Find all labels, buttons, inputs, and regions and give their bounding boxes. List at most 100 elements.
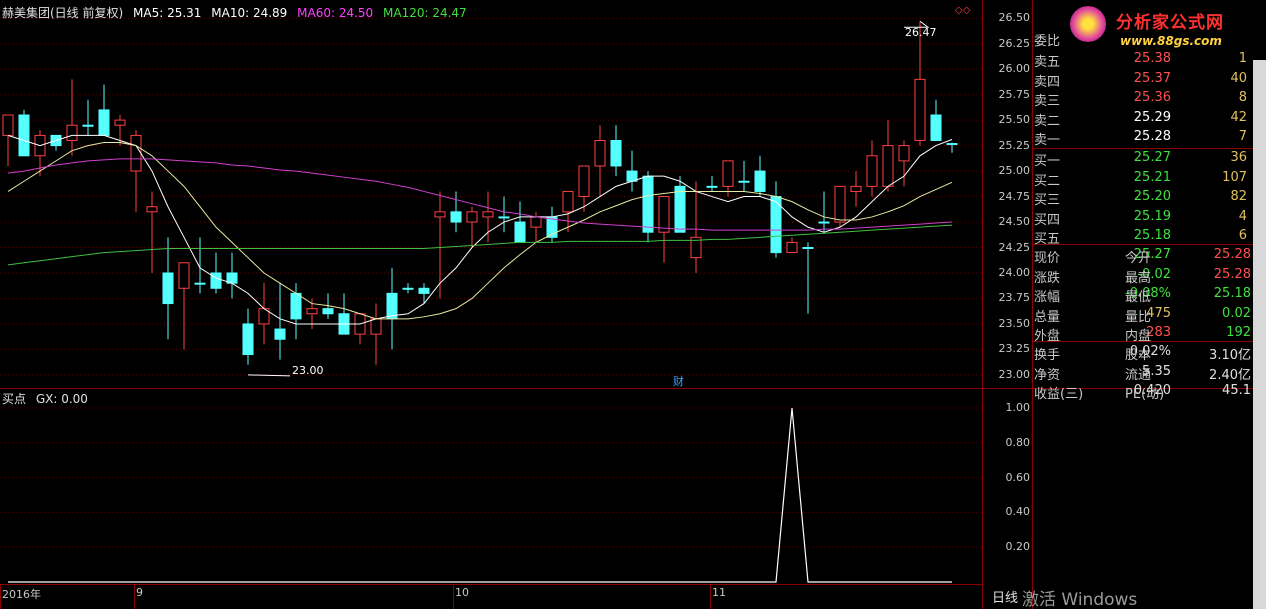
stat-label: 现价	[1034, 251, 1061, 266]
candle-body	[914, 78, 926, 141]
stat-value-2: 0.02	[1222, 305, 1251, 321]
indicator-tick: 1.00	[1005, 401, 1031, 414]
ma5-label: MA5: 25.31	[133, 6, 202, 20]
buy-price: 25.19	[1133, 208, 1171, 224]
candle-body	[370, 318, 382, 335]
stat-value-2: 25.28	[1213, 266, 1251, 282]
price-tick: 25.50	[998, 113, 1031, 127]
stat-row: 现价 25.27 今开 25.28	[1033, 247, 1253, 266]
price-tick: 23.25	[998, 342, 1031, 356]
price-tick: 26.25	[998, 36, 1031, 50]
sell-price: 25.37	[1133, 70, 1171, 86]
candle-body	[722, 160, 734, 187]
time-tick: 9	[136, 586, 143, 599]
indicator-tick: 0.80	[1005, 435, 1031, 449]
panel-sep-3	[1033, 341, 1253, 342]
right-toolbar[interactable]	[1253, 60, 1266, 609]
candle-body	[162, 272, 174, 305]
candle-body	[178, 262, 190, 289]
window-toggle-icon[interactable]: ◇◇	[955, 5, 970, 16]
fin-value-2: 3.10亿	[1209, 348, 1251, 363]
buy-volume: 4	[1238, 208, 1247, 224]
candle-body	[194, 282, 206, 285]
indicator-tick: 0.20	[1005, 540, 1031, 554]
stat-label-2: 最高	[1125, 270, 1152, 286]
candle-body	[834, 185, 846, 223]
sell-price: 25.29	[1133, 109, 1171, 125]
fin-label-2: 股本	[1125, 348, 1152, 363]
ma10-line	[7, 142, 953, 320]
time-tick: 10	[455, 586, 469, 599]
candle-body	[882, 145, 894, 187]
candle-body	[322, 308, 334, 315]
candle-body	[930, 114, 942, 141]
stat-value-2: 25.18	[1213, 286, 1251, 301]
price-tick: 26.50	[998, 11, 1031, 25]
buy-volume: 36	[1230, 150, 1247, 165]
stat-label: 涨幅	[1034, 290, 1061, 305]
cai-icon[interactable]: 财	[673, 373, 684, 389]
buy-volume: 82	[1230, 189, 1247, 204]
sell-label: 卖五	[1034, 55, 1061, 70]
price-tick: 23.50	[998, 316, 1031, 330]
sell-price: 25.28	[1133, 129, 1171, 144]
candle-body	[738, 180, 750, 183]
price-tick: 24.50	[998, 215, 1031, 229]
buy-row: 买二 25.21 107	[1033, 170, 1253, 189]
stat-label-2: 今开	[1125, 251, 1152, 266]
ma60-label: MA60: 24.50	[297, 6, 374, 20]
buy-row: 买三 25.20 82	[1033, 189, 1253, 208]
candle-body	[482, 211, 494, 218]
sell-volume: 7	[1238, 129, 1247, 144]
period-label[interactable]: 日线	[992, 587, 1018, 606]
stock-title: 赫美集团(日线 前复权)	[2, 6, 124, 20]
price-axis: 26.50 26.25 26.00 25.75 25.50 25.25 25.00 24.75…	[982, 0, 1032, 388]
buy-label: 买二	[1034, 173, 1061, 189]
candle-body	[754, 170, 766, 192]
windows-watermark: 激活 Windows	[1022, 590, 1138, 609]
time-tick-mark	[134, 585, 135, 609]
indicator-gx: GX: 0.00	[35, 392, 88, 406]
candle-body	[786, 241, 798, 254]
candle-body	[514, 221, 526, 243]
stat-value-2: 192	[1226, 325, 1251, 340]
stat-label: 总量	[1034, 309, 1061, 325]
fin-label: 净资	[1034, 367, 1061, 383]
candle-body	[114, 119, 126, 126]
sell-price: 25.38	[1133, 51, 1171, 66]
candlestick-chart[interactable]	[0, 0, 982, 388]
sell-row: 卖一 25.28 7	[1033, 129, 1253, 148]
price-tick: 24.00	[998, 265, 1031, 279]
buy-label: 买三	[1034, 193, 1061, 208]
stat-row: 涨跌 -0.02 最高 25.28	[1033, 267, 1253, 286]
candle-body	[594, 139, 606, 167]
candle-body	[402, 287, 414, 290]
indicator-chart[interactable]	[0, 389, 982, 585]
candle-body	[578, 165, 590, 198]
fin-row: 收益(三) 0.420 PE(动) 45.1	[1033, 383, 1253, 402]
buy-volume: 107	[1222, 169, 1247, 185]
time-tick: 2016年	[2, 588, 41, 601]
sell-volume: 42	[1230, 109, 1247, 125]
ma120-line	[7, 224, 953, 266]
candle-body	[642, 175, 654, 233]
candle-body	[498, 216, 510, 219]
candle-body	[2, 114, 14, 136]
low-annotation: 23.00	[292, 364, 324, 377]
sell-volume: 8	[1238, 90, 1247, 105]
fin-label: 换手	[1034, 348, 1061, 363]
main-title-bar: 赫美集团(日线 前复权) MA5: 25.31 MA10: 24.89 MA60…	[2, 4, 473, 21]
candle-body	[898, 145, 910, 162]
stat-row: 涨幅 -0.08% 最低 25.18	[1033, 286, 1253, 305]
sell-volume: 40	[1230, 70, 1247, 86]
price-tick: 23.00	[998, 367, 1031, 381]
buy-label: 买一	[1034, 154, 1061, 169]
fin-row: 换手 0.02% 股本 3.10亿	[1033, 344, 1253, 363]
buy-label: 买四	[1034, 212, 1061, 228]
ma120-label: MA120: 24.47	[383, 6, 467, 20]
fin-label: 收益(三)	[1034, 387, 1084, 402]
buy-price: 25.21	[1133, 169, 1171, 185]
stat-label: 涨跌	[1034, 270, 1061, 286]
stat-label-2: 量比	[1125, 309, 1152, 325]
ma10-label: MA10: 24.89	[211, 6, 288, 20]
